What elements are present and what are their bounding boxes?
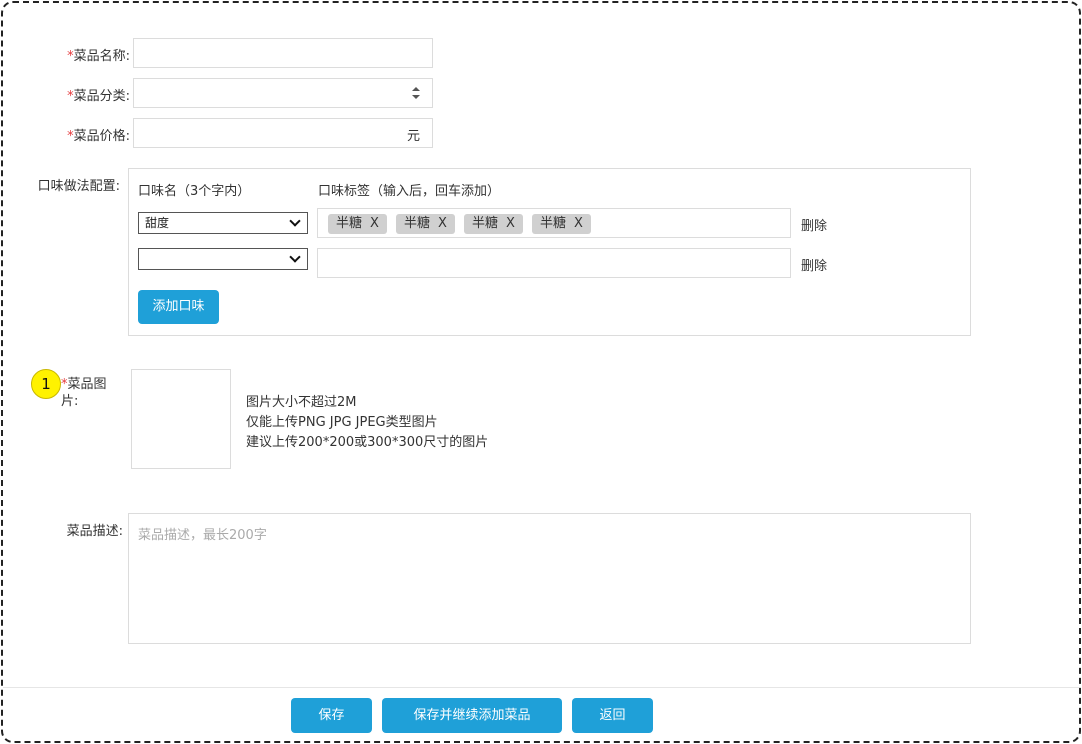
- dish-category-label: *菜品分类:: [67, 89, 130, 104]
- description-label: 菜品描述:: [66, 524, 123, 539]
- tag-remove-button[interactable]: X: [370, 216, 379, 231]
- chevron-down-icon: [289, 251, 301, 263]
- flavor-name-header: 口味名（3个字内）: [138, 184, 251, 199]
- back-button[interactable]: 返回: [572, 698, 653, 733]
- sort-arrows-icon: [412, 87, 420, 99]
- save-button[interactable]: 保存: [291, 698, 372, 733]
- chevron-down-icon: [289, 215, 301, 227]
- tag-remove-button[interactable]: X: [438, 216, 447, 231]
- delete-flavor-link[interactable]: 删除: [801, 255, 827, 274]
- annotation-marker: 1: [31, 369, 61, 399]
- dish-category-select[interactable]: [133, 78, 433, 108]
- flavor-tag: 半糖 X: [464, 214, 523, 234]
- tag-remove-button[interactable]: X: [506, 216, 515, 231]
- dish-price-input[interactable]: 元: [133, 118, 433, 148]
- flavor-tag: 半糖 X: [396, 214, 455, 234]
- delete-flavor-link[interactable]: 删除: [801, 215, 827, 234]
- flavor-tag: 半糖 X: [328, 214, 387, 234]
- dish-name-input[interactable]: [133, 38, 433, 68]
- tag-remove-button[interactable]: X: [574, 216, 583, 231]
- image-upload-area[interactable]: [131, 369, 231, 469]
- image-hint-dimensions: 建议上传200*200或300*300尺寸的图片: [246, 435, 489, 450]
- flavor-name-select[interactable]: 甜度: [138, 212, 308, 234]
- add-flavor-button[interactable]: 添加口味: [138, 290, 219, 324]
- price-unit: 元: [406, 129, 420, 144]
- flavor-tags-input[interactable]: 半糖 X 半糖 X 半糖 X 半糖 X: [317, 208, 791, 238]
- flavor-tag: 半糖 X: [532, 214, 591, 234]
- image-hint-size: 图片大小不超过2M: [246, 395, 357, 410]
- image-hint-type: 仅能上传PNG JPG JPEG类型图片: [246, 415, 438, 430]
- dish-name-label: *菜品名称:: [67, 49, 130, 64]
- flavor-config-label: 口味做法配置:: [37, 179, 120, 194]
- footer-divider: [3, 687, 1079, 688]
- flavor-name-select[interactable]: [138, 248, 308, 270]
- flavor-tags-header: 口味标签（输入后，回车添加）: [318, 184, 501, 199]
- dish-price-label: *菜品价格:: [67, 129, 130, 144]
- dish-image-label: *菜品图 片:: [61, 377, 107, 409]
- description-textarea[interactable]: 菜品描述，最长200字: [128, 513, 971, 644]
- flavor-config-panel: 口味名（3个字内） 口味标签（输入后，回车添加） 甜度 半糖 X 半糖 X 半糖 X …: [128, 168, 971, 336]
- description-placeholder: 菜品描述，最长200字: [138, 528, 267, 543]
- save-and-continue-button[interactable]: 保存并继续添加菜品: [382, 698, 562, 733]
- flavor-tags-input[interactable]: [317, 248, 791, 278]
